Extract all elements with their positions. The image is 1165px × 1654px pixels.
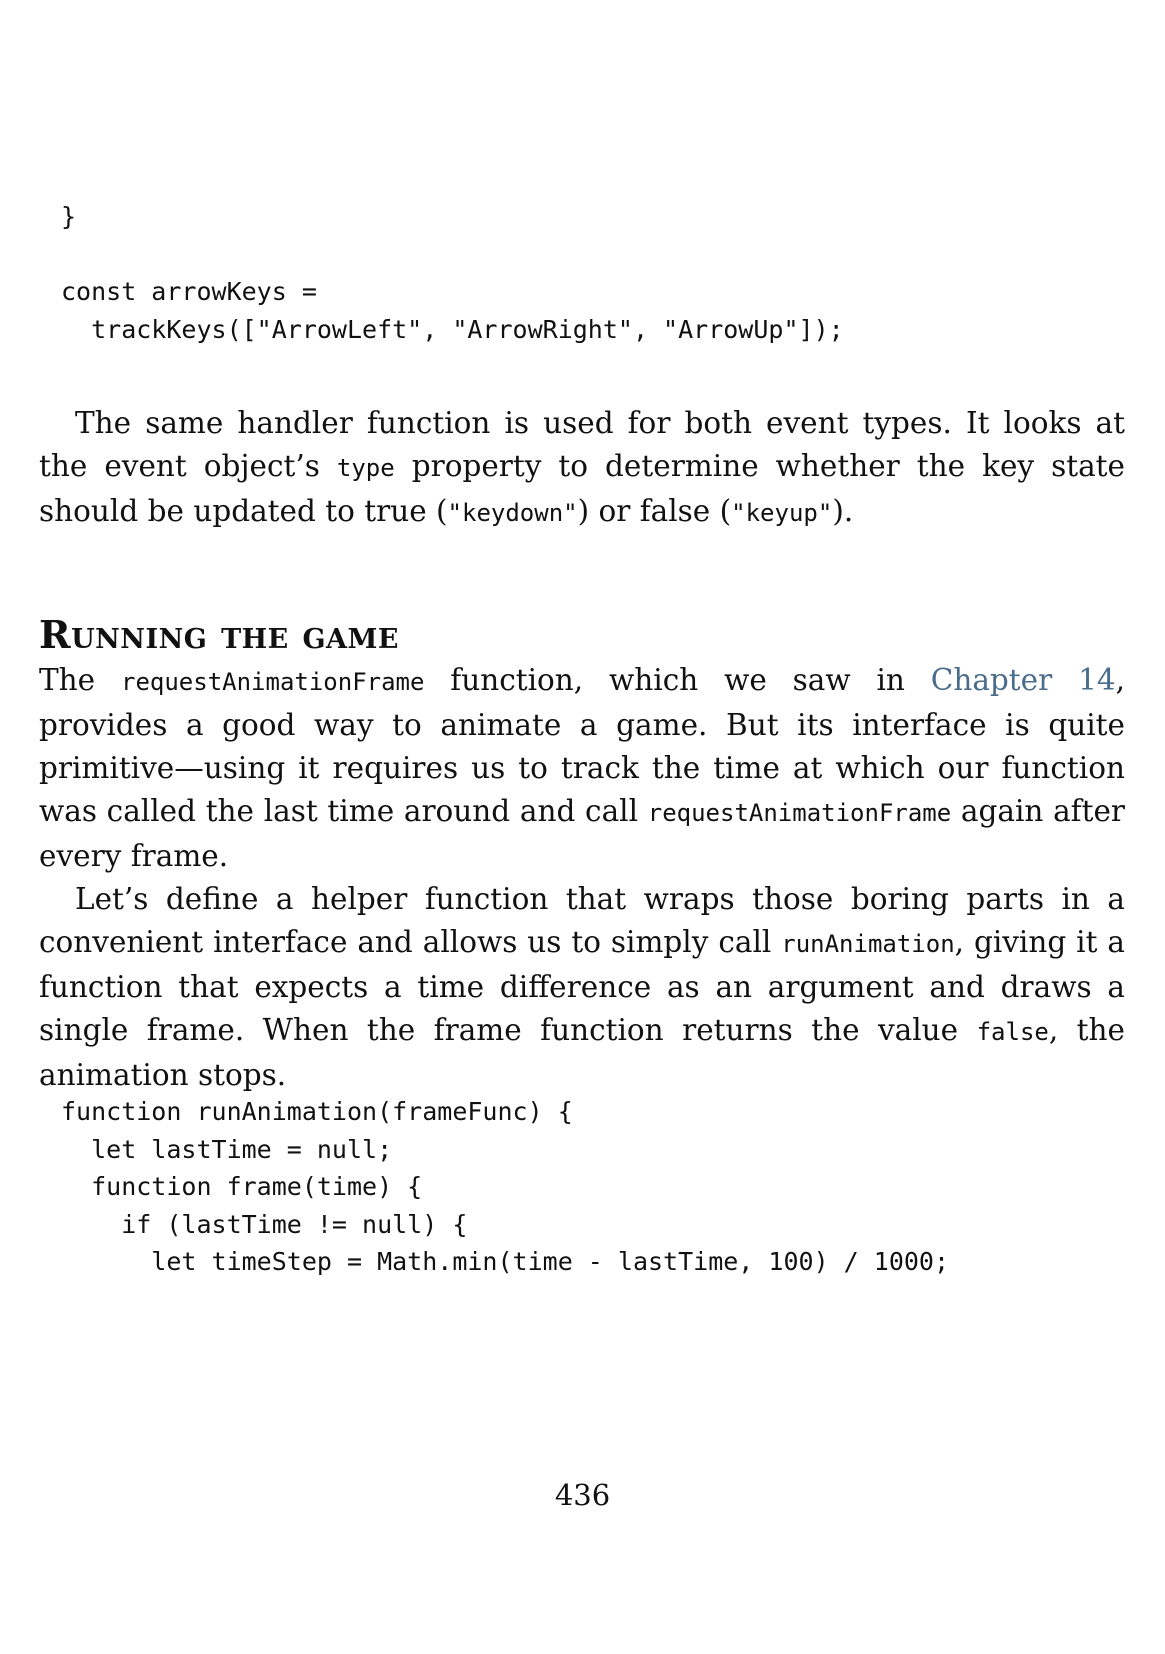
code-line: function frame(time) {: [61, 1172, 423, 1201]
book-page: } const arrowKeys = trackKeys(["ArrowLef…: [0, 0, 1165, 1654]
inline-code: requestAnimationFrame: [121, 668, 425, 696]
inline-code: "keydown": [447, 499, 578, 527]
code-line: let lastTime = null;: [61, 1134, 393, 1164]
code-line: function runAnimation(frameFunc) {: [61, 1097, 573, 1126]
section-heading: Running the game: [39, 612, 399, 657]
text-run: ).: [832, 494, 854, 528]
code-line: let timeStep = Math.min(time - lastTime,…: [61, 1247, 950, 1276]
paragraph-request-animation-frame: The requestAnimationFrame function, whic…: [39, 659, 1125, 878]
code-block-track-keys: } const arrowKeys = trackKeys(["ArrowLef…: [61, 198, 844, 348]
code-line: if (lastTime != null) {: [61, 1209, 468, 1239]
code-block-run-animation: function runAnimation(frameFunc) { let l…: [61, 1093, 949, 1281]
inline-code: "keyup": [731, 499, 833, 527]
code-line: }: [61, 202, 77, 231]
paragraph-handler: The same handler function is used for bo…: [39, 402, 1125, 535]
paragraph-text: The same handler function is used for bo…: [39, 402, 1125, 535]
inline-code: requestAnimationFrame: [647, 799, 952, 827]
code-line: const arrowKeys =: [61, 277, 317, 306]
page-number: 436: [554, 1478, 611, 1512]
inline-code: type: [336, 454, 395, 482]
section-body: The requestAnimationFrame function, whic…: [39, 659, 1125, 1097]
code-line: trackKeys(["ArrowLeft", "ArrowRight", "A…: [61, 314, 844, 344]
text-run: function, which we saw in: [424, 663, 931, 697]
inline-code: false: [976, 1018, 1049, 1046]
chapter-link[interactable]: Chapter 14: [931, 663, 1116, 697]
text-run: ) or false (: [577, 494, 732, 528]
text-run: The: [39, 663, 121, 697]
paragraph-run-animation: Let’s define a helper function that wrap…: [39, 878, 1125, 1097]
inline-code: runAnimation: [781, 930, 955, 958]
